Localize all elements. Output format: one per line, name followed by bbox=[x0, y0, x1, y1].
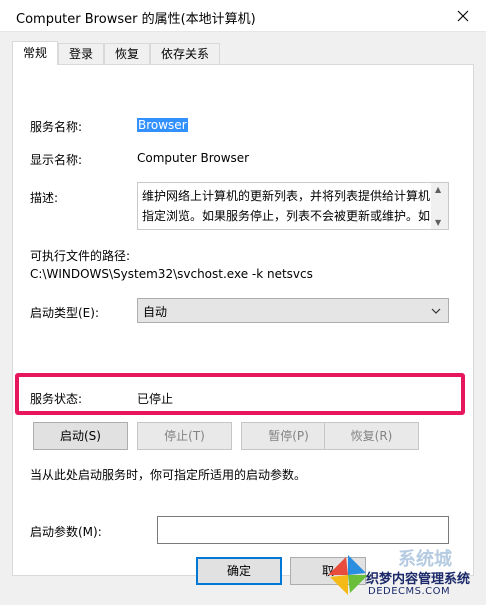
tab-strip: 常规 登录 恢复 依存关系 bbox=[12, 41, 221, 65]
close-button[interactable] bbox=[440, 0, 486, 31]
close-icon bbox=[457, 10, 469, 21]
scroll-down-icon[interactable]: ▼ bbox=[435, 218, 441, 227]
path-label: 可执行文件的路径: bbox=[30, 249, 131, 263]
watermark: 系统城 织梦内容管理系统 DEDECMS.COM bbox=[326, 545, 486, 605]
start-params-hint: 当从此处启动服务时，你可指定所适用的启动参数。 bbox=[30, 468, 307, 482]
display-name-value[interactable]: Computer Browser bbox=[137, 151, 249, 165]
status-value: 已停止 bbox=[137, 392, 174, 406]
tab-dependencies[interactable]: 依存关系 bbox=[150, 43, 221, 65]
description-label: 描述: bbox=[30, 191, 59, 205]
startup-type-label: 启动类型(E): bbox=[30, 306, 99, 320]
title-bar: Computer Browser 的属性(本地计算机) bbox=[0, 0, 486, 32]
description-scrollbar[interactable]: ▲ ▼ bbox=[431, 183, 448, 229]
general-panel: 服务名称: Browser 显示名称: Computer Browser 描述:… bbox=[12, 64, 474, 576]
description-box[interactable]: 维护网络上计算机的更新列表，并将列表提供给计算机指定浏览。如果服务停止，列表不会… bbox=[137, 182, 449, 230]
watermark-line1: 织梦内容管理系统 bbox=[366, 572, 471, 587]
tab-logon[interactable]: 登录 bbox=[58, 43, 105, 65]
window-title: Computer Browser 的属性(本地计算机) bbox=[16, 12, 256, 27]
windows-logo-icon bbox=[328, 555, 368, 595]
watermark-line2: DEDECMS.COM bbox=[368, 586, 451, 597]
startup-type-value: 自动 bbox=[143, 305, 168, 319]
start-button[interactable]: 启动(S) bbox=[33, 422, 128, 450]
pause-button[interactable]: 暂停(P) bbox=[241, 422, 336, 450]
chevron-down-icon bbox=[431, 308, 441, 314]
tab-recovery[interactable]: 恢复 bbox=[104, 43, 151, 65]
display-name-label: 显示名称: bbox=[30, 153, 83, 167]
resume-button[interactable]: 恢复(R) bbox=[324, 422, 419, 450]
status-highlight bbox=[15, 373, 465, 415]
startup-type-select[interactable]: 自动 bbox=[137, 298, 449, 323]
description-text: 维护网络上计算机的更新列表，并将列表提供给计算机指定浏览。如果服务停止，列表不会… bbox=[142, 189, 430, 223]
scroll-up-icon[interactable]: ▲ bbox=[435, 185, 441, 194]
path-value: C:\WINDOWS\System32\svchost.exe -k netsv… bbox=[30, 267, 313, 281]
ok-button[interactable]: 确定 bbox=[196, 557, 282, 585]
service-name-value[interactable]: Browser bbox=[137, 118, 188, 132]
service-name-label: 服务名称: bbox=[30, 120, 83, 134]
start-params-label: 启动参数(M): bbox=[30, 525, 102, 539]
tab-general[interactable]: 常规 bbox=[12, 41, 59, 65]
start-params-input[interactable] bbox=[157, 516, 449, 544]
status-label: 服务状态: bbox=[30, 392, 83, 406]
properties-dialog: 常规 登录 恢复 依存关系 服务名称: Browser 显示名称: Comput… bbox=[0, 32, 486, 605]
stop-button[interactable]: 停止(T) bbox=[137, 422, 232, 450]
